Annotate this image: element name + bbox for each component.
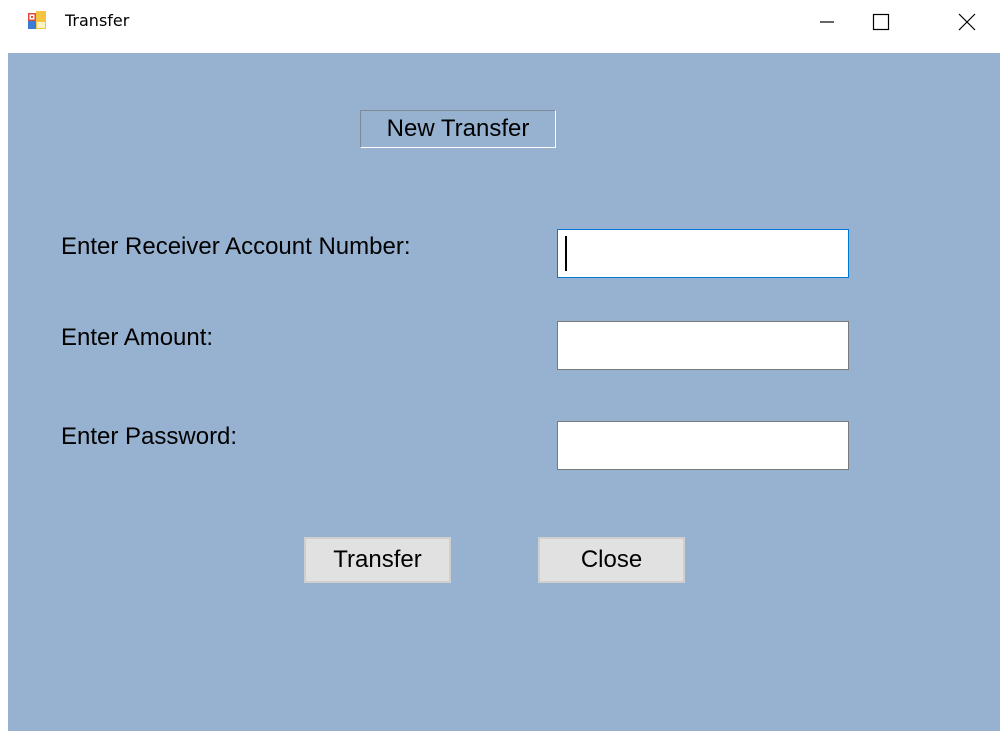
receiver-account-label: Enter Receiver Account Number: <box>61 233 411 260</box>
amount-label: Enter Amount: <box>61 324 214 351</box>
close-window-button[interactable] <box>944 0 990 44</box>
password-label: Enter Password: <box>61 423 238 450</box>
maximize-button[interactable] <box>858 0 904 44</box>
window-title: Transfer <box>65 11 130 30</box>
title-bar[interactable]: Transfer <box>0 0 1000 46</box>
maximize-icon <box>872 13 890 31</box>
winforms-app-icon <box>28 11 46 29</box>
amount-input[interactable] <box>557 321 849 370</box>
close-button[interactable]: Close <box>538 537 685 583</box>
receiver-account-input[interactable] <box>557 229 849 278</box>
minimize-icon <box>820 21 834 23</box>
password-input[interactable] <box>557 421 849 470</box>
form-client-area <box>8 53 1000 731</box>
text-caret <box>565 236 567 271</box>
minimize-button[interactable] <box>804 0 850 44</box>
close-icon <box>958 13 976 31</box>
form-heading: New Transfer <box>360 110 556 148</box>
transfer-button[interactable]: Transfer <box>304 537 451 583</box>
